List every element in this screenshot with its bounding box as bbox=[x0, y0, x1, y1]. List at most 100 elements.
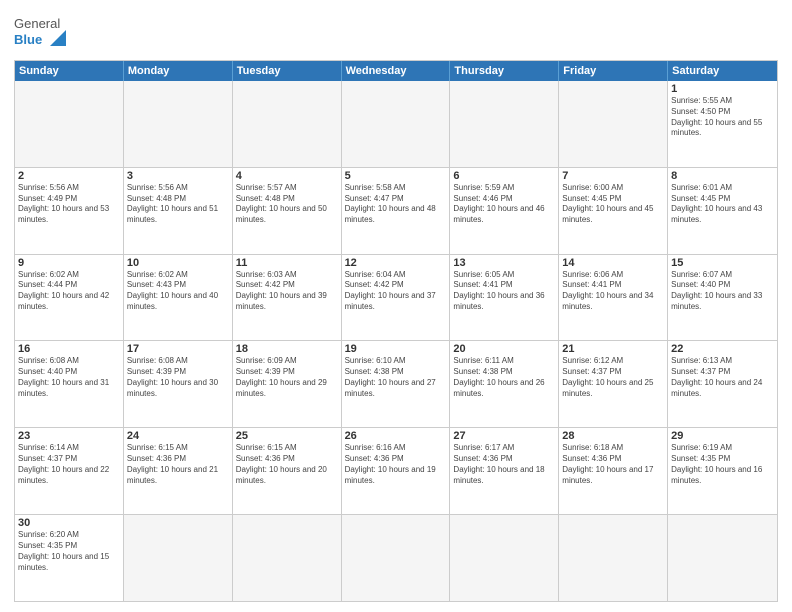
cell-info: Sunrise: 6:19 AM Sunset: 4:35 PM Dayligh… bbox=[671, 443, 774, 486]
cell-info: Sunrise: 5:57 AM Sunset: 4:48 PM Dayligh… bbox=[236, 183, 338, 226]
calendar-cell: 29Sunrise: 6:19 AM Sunset: 4:35 PM Dayli… bbox=[668, 428, 777, 514]
cell-info: Sunrise: 6:03 AM Sunset: 4:42 PM Dayligh… bbox=[236, 270, 338, 313]
calendar-cell bbox=[559, 81, 668, 167]
weekday-header-friday: Friday bbox=[559, 61, 668, 81]
cell-info: Sunrise: 6:04 AM Sunset: 4:42 PM Dayligh… bbox=[345, 270, 447, 313]
day-number: 22 bbox=[671, 343, 774, 355]
day-number: 6 bbox=[453, 170, 555, 182]
cell-info: Sunrise: 6:08 AM Sunset: 4:39 PM Dayligh… bbox=[127, 356, 229, 399]
calendar-cell: 11Sunrise: 6:03 AM Sunset: 4:42 PM Dayli… bbox=[233, 255, 342, 341]
cell-info: Sunrise: 6:20 AM Sunset: 4:35 PM Dayligh… bbox=[18, 530, 120, 573]
weekday-header-sunday: Sunday bbox=[15, 61, 124, 81]
page: General Blue SundayMondayTuesdayWednesda… bbox=[0, 0, 792, 612]
cell-info: Sunrise: 6:14 AM Sunset: 4:37 PM Dayligh… bbox=[18, 443, 120, 486]
day-number: 16 bbox=[18, 343, 120, 355]
cell-info: Sunrise: 6:05 AM Sunset: 4:41 PM Dayligh… bbox=[453, 270, 555, 313]
day-number: 15 bbox=[671, 257, 774, 269]
calendar-cell: 20Sunrise: 6:11 AM Sunset: 4:38 PM Dayli… bbox=[450, 341, 559, 427]
day-number: 29 bbox=[671, 430, 774, 442]
calendar-cell bbox=[342, 81, 451, 167]
day-number: 30 bbox=[18, 517, 120, 529]
calendar-cell bbox=[450, 515, 559, 601]
calendar-cell: 26Sunrise: 6:16 AM Sunset: 4:36 PM Dayli… bbox=[342, 428, 451, 514]
calendar-cell: 8Sunrise: 6:01 AM Sunset: 4:45 PM Daylig… bbox=[668, 168, 777, 254]
day-number: 7 bbox=[562, 170, 664, 182]
calendar-cell: 23Sunrise: 6:14 AM Sunset: 4:37 PM Dayli… bbox=[15, 428, 124, 514]
svg-text:General: General bbox=[14, 16, 60, 31]
calendar-cell: 30Sunrise: 6:20 AM Sunset: 4:35 PM Dayli… bbox=[15, 515, 124, 601]
day-number: 9 bbox=[18, 257, 120, 269]
calendar-cell bbox=[124, 81, 233, 167]
day-number: 23 bbox=[18, 430, 120, 442]
calendar-row-2: 9Sunrise: 6:02 AM Sunset: 4:44 PM Daylig… bbox=[15, 255, 777, 342]
calendar-cell bbox=[233, 81, 342, 167]
cell-info: Sunrise: 5:58 AM Sunset: 4:47 PM Dayligh… bbox=[345, 183, 447, 226]
day-number: 14 bbox=[562, 257, 664, 269]
calendar-cell: 6Sunrise: 5:59 AM Sunset: 4:46 PM Daylig… bbox=[450, 168, 559, 254]
calendar-row-0: 1Sunrise: 5:55 AM Sunset: 4:50 PM Daylig… bbox=[15, 81, 777, 168]
day-number: 25 bbox=[236, 430, 338, 442]
weekday-header-tuesday: Tuesday bbox=[233, 61, 342, 81]
day-number: 1 bbox=[671, 83, 774, 95]
calendar-cell: 4Sunrise: 5:57 AM Sunset: 4:48 PM Daylig… bbox=[233, 168, 342, 254]
cell-info: Sunrise: 6:07 AM Sunset: 4:40 PM Dayligh… bbox=[671, 270, 774, 313]
calendar-cell bbox=[233, 515, 342, 601]
calendar-cell: 10Sunrise: 6:02 AM Sunset: 4:43 PM Dayli… bbox=[124, 255, 233, 341]
cell-info: Sunrise: 6:15 AM Sunset: 4:36 PM Dayligh… bbox=[127, 443, 229, 486]
day-number: 20 bbox=[453, 343, 555, 355]
calendar-cell: 13Sunrise: 6:05 AM Sunset: 4:41 PM Dayli… bbox=[450, 255, 559, 341]
cell-info: Sunrise: 6:13 AM Sunset: 4:37 PM Dayligh… bbox=[671, 356, 774, 399]
cell-info: Sunrise: 6:09 AM Sunset: 4:39 PM Dayligh… bbox=[236, 356, 338, 399]
day-number: 28 bbox=[562, 430, 664, 442]
cell-info: Sunrise: 6:10 AM Sunset: 4:38 PM Dayligh… bbox=[345, 356, 447, 399]
header: General Blue bbox=[14, 10, 778, 54]
calendar-row-4: 23Sunrise: 6:14 AM Sunset: 4:37 PM Dayli… bbox=[15, 428, 777, 515]
calendar-cell: 5Sunrise: 5:58 AM Sunset: 4:47 PM Daylig… bbox=[342, 168, 451, 254]
calendar-cell: 19Sunrise: 6:10 AM Sunset: 4:38 PM Dayli… bbox=[342, 341, 451, 427]
calendar-cell: 3Sunrise: 5:56 AM Sunset: 4:48 PM Daylig… bbox=[124, 168, 233, 254]
cell-info: Sunrise: 5:59 AM Sunset: 4:46 PM Dayligh… bbox=[453, 183, 555, 226]
calendar-cell: 22Sunrise: 6:13 AM Sunset: 4:37 PM Dayli… bbox=[668, 341, 777, 427]
calendar-cell: 16Sunrise: 6:08 AM Sunset: 4:40 PM Dayli… bbox=[15, 341, 124, 427]
calendar-row-1: 2Sunrise: 5:56 AM Sunset: 4:49 PM Daylig… bbox=[15, 168, 777, 255]
cell-info: Sunrise: 6:12 AM Sunset: 4:37 PM Dayligh… bbox=[562, 356, 664, 399]
day-number: 21 bbox=[562, 343, 664, 355]
calendar-body: 1Sunrise: 5:55 AM Sunset: 4:50 PM Daylig… bbox=[15, 81, 777, 601]
calendar-cell bbox=[15, 81, 124, 167]
calendar-cell: 14Sunrise: 6:06 AM Sunset: 4:41 PM Dayli… bbox=[559, 255, 668, 341]
cell-info: Sunrise: 6:00 AM Sunset: 4:45 PM Dayligh… bbox=[562, 183, 664, 226]
day-number: 8 bbox=[671, 170, 774, 182]
calendar-cell: 25Sunrise: 6:15 AM Sunset: 4:36 PM Dayli… bbox=[233, 428, 342, 514]
calendar-cell bbox=[450, 81, 559, 167]
day-number: 24 bbox=[127, 430, 229, 442]
day-number: 10 bbox=[127, 257, 229, 269]
cell-info: Sunrise: 5:55 AM Sunset: 4:50 PM Dayligh… bbox=[671, 96, 774, 139]
calendar-cell: 15Sunrise: 6:07 AM Sunset: 4:40 PM Dayli… bbox=[668, 255, 777, 341]
calendar-row-5: 30Sunrise: 6:20 AM Sunset: 4:35 PM Dayli… bbox=[15, 515, 777, 601]
day-number: 27 bbox=[453, 430, 555, 442]
cell-info: Sunrise: 6:11 AM Sunset: 4:38 PM Dayligh… bbox=[453, 356, 555, 399]
cell-info: Sunrise: 6:18 AM Sunset: 4:36 PM Dayligh… bbox=[562, 443, 664, 486]
logo-area: General Blue bbox=[14, 10, 66, 54]
cell-info: Sunrise: 6:06 AM Sunset: 4:41 PM Dayligh… bbox=[562, 270, 664, 313]
calendar-cell: 1Sunrise: 5:55 AM Sunset: 4:50 PM Daylig… bbox=[668, 81, 777, 167]
day-number: 17 bbox=[127, 343, 229, 355]
calendar-cell bbox=[559, 515, 668, 601]
cell-info: Sunrise: 6:17 AM Sunset: 4:36 PM Dayligh… bbox=[453, 443, 555, 486]
cell-info: Sunrise: 5:56 AM Sunset: 4:49 PM Dayligh… bbox=[18, 183, 120, 226]
day-number: 12 bbox=[345, 257, 447, 269]
cell-info: Sunrise: 6:01 AM Sunset: 4:45 PM Dayligh… bbox=[671, 183, 774, 226]
calendar-cell bbox=[668, 515, 777, 601]
logo-icon: General Blue bbox=[14, 10, 66, 54]
calendar-cell: 7Sunrise: 6:00 AM Sunset: 4:45 PM Daylig… bbox=[559, 168, 668, 254]
cell-info: Sunrise: 6:08 AM Sunset: 4:40 PM Dayligh… bbox=[18, 356, 120, 399]
calendar-cell: 17Sunrise: 6:08 AM Sunset: 4:39 PM Dayli… bbox=[124, 341, 233, 427]
calendar-cell: 2Sunrise: 5:56 AM Sunset: 4:49 PM Daylig… bbox=[15, 168, 124, 254]
day-number: 26 bbox=[345, 430, 447, 442]
calendar: SundayMondayTuesdayWednesdayThursdayFrid… bbox=[14, 60, 778, 602]
calendar-header: SundayMondayTuesdayWednesdayThursdayFrid… bbox=[15, 61, 777, 81]
cell-info: Sunrise: 6:02 AM Sunset: 4:43 PM Dayligh… bbox=[127, 270, 229, 313]
day-number: 4 bbox=[236, 170, 338, 182]
svg-text:Blue: Blue bbox=[14, 32, 42, 47]
calendar-cell: 28Sunrise: 6:18 AM Sunset: 4:36 PM Dayli… bbox=[559, 428, 668, 514]
